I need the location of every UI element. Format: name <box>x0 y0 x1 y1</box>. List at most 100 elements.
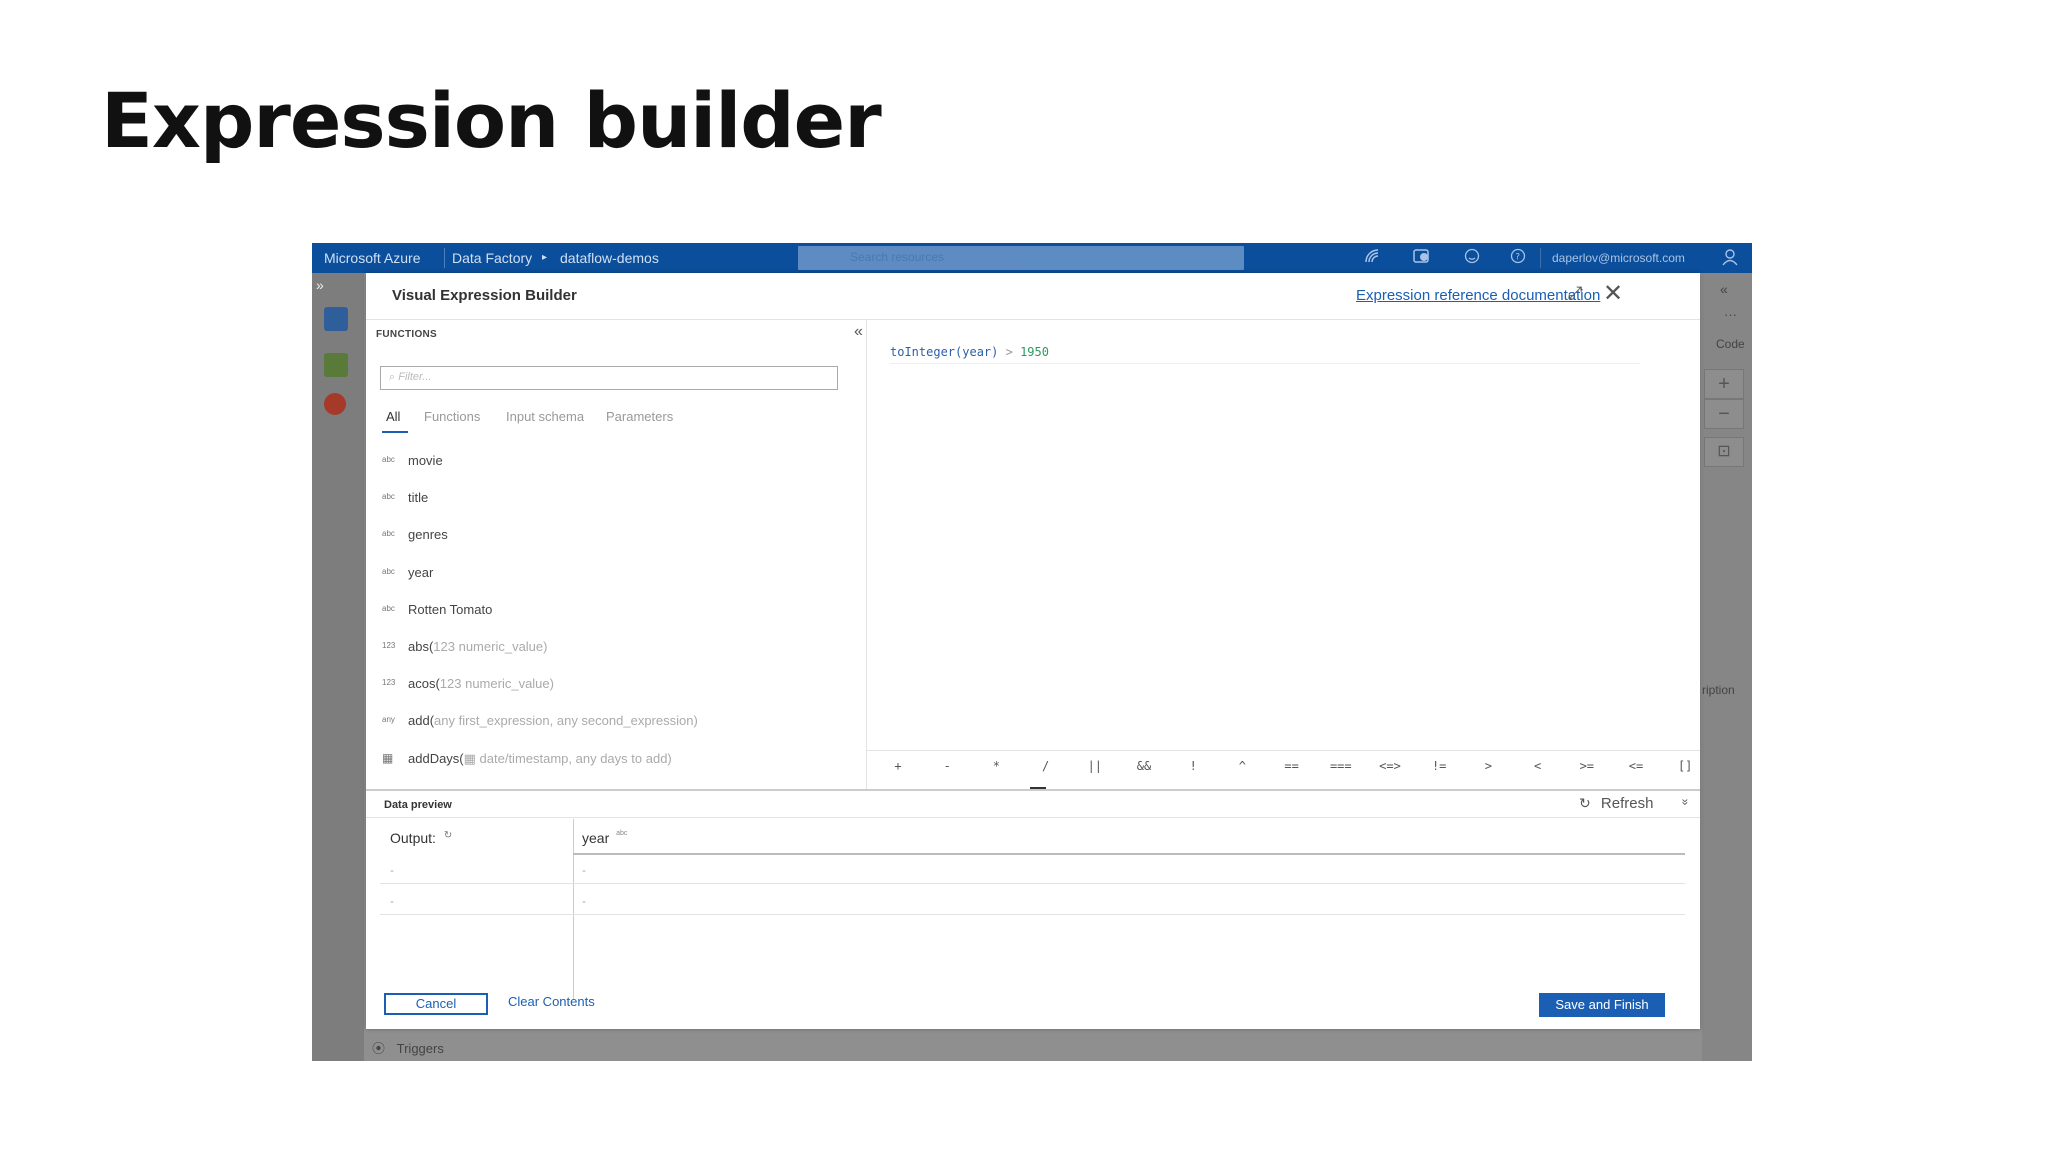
list-item[interactable]: ▦ addDays(▦ date/timestamp, any days to a… <box>382 751 852 788</box>
user-avatar-icon[interactable] <box>1720 248 1740 268</box>
list-item[interactable]: abc genres <box>382 527 852 564</box>
operator-button[interactable]: && <box>1126 759 1162 773</box>
item-name: add( <box>408 713 435 729</box>
breadcrumb-data-factory[interactable]: Data Factory <box>452 250 532 266</box>
factory-overview-icon[interactable] <box>324 307 348 331</box>
active-tab-indicator <box>382 431 408 433</box>
output-column-label: Output: <box>390 830 436 846</box>
maximize-icon[interactable]: ⤢ <box>1568 283 1582 304</box>
portal-left-rail: » <box>312 273 364 1061</box>
preview-row-divider <box>380 883 1685 884</box>
list-item[interactable]: abc Rotten Tomato <box>382 602 852 639</box>
operator-button[interactable]: * <box>978 759 1014 773</box>
refresh-button[interactable]: ↻ Refresh <box>1579 795 1653 812</box>
list-item[interactable]: 123 acos(123 numeric_value) <box>382 676 852 713</box>
breadcrumb-factory[interactable]: dataflow-demos <box>560 250 659 266</box>
functions-header: FUNCTIONS <box>376 329 438 340</box>
list-item[interactable]: 123 abs(123 numeric_value) <box>382 639 852 676</box>
item-name: movie <box>408 453 443 468</box>
operator-toolbar: + - * / || &&! ^ == === <=> != > < >= <=[] <box>866 751 1700 785</box>
year-column-header: year abc <box>582 830 627 846</box>
list-item[interactable]: any add(any first_expression, any second_… <box>382 713 852 750</box>
expression-reference-link[interactable]: Expression reference documentation <box>1356 287 1600 304</box>
triggers-item[interactable]: ⦿ Triggers <box>372 1038 444 1057</box>
refresh-icon: ↻ <box>1579 795 1591 811</box>
collapse-functions-icon[interactable]: « <box>854 323 863 341</box>
item-name: title <box>408 490 429 506</box>
expression-value: 1950 <box>1020 345 1049 359</box>
table-cell: - <box>582 894 586 908</box>
header-divider <box>366 319 1700 320</box>
cancel-button[interactable]: Cancel <box>384 993 488 1015</box>
list-item[interactable]: abc year <box>382 565 852 602</box>
operator-button[interactable]: < <box>1520 759 1556 773</box>
operator-button[interactable]: <=> <box>1372 759 1408 773</box>
zoom-out-button[interactable]: − <box>1704 399 1744 429</box>
user-email[interactable]: daperlov@microsoft.com <box>1552 251 1685 265</box>
clear-contents-link[interactable]: Clear Contents <box>508 994 595 1009</box>
item-name: abs( <box>408 638 434 654</box>
fit-to-screen-button[interactable]: ⊡ <box>1704 437 1744 467</box>
expand-rail-icon[interactable]: » <box>316 277 324 293</box>
operator-button[interactable]: + <box>880 759 916 773</box>
operator-button[interactable]: ^ <box>1224 759 1260 773</box>
tab-parameters[interactable]: Parameters <box>606 409 673 424</box>
string-type-icon: abc <box>382 603 395 613</box>
operator-button[interactable]: - <box>929 759 965 773</box>
item-name: Rotten Tomato <box>408 601 493 617</box>
feedback-smiley-icon[interactable] <box>1462 248 1482 268</box>
tab-functions[interactable]: Functions <box>424 409 480 424</box>
search-icon: ⌕ <box>389 371 396 383</box>
list-item[interactable]: abc movie <box>382 453 852 490</box>
more-icon[interactable]: ··· <box>1724 307 1737 322</box>
operator-button[interactable]: >= <box>1569 759 1605 773</box>
year-column-label: year <box>582 830 610 846</box>
operator-button[interactable]: != <box>1421 759 1457 773</box>
close-icon[interactable]: ✕ <box>1603 279 1623 308</box>
topbar-separator <box>1540 248 1541 268</box>
operator-button[interactable]: || <box>1077 759 1113 773</box>
tab-all[interactable]: All <box>382 409 408 433</box>
expression-editor[interactable]: toInteger(year) > 1950 <box>890 345 1690 364</box>
breadcrumb-chevron-icon: ▸ <box>542 252 548 263</box>
preview-header-divider <box>366 817 1700 818</box>
item-name: acos( <box>408 676 440 692</box>
editor-current-line <box>890 363 1640 364</box>
item-args: ▦ date/timestamp, any days to add) <box>463 750 672 766</box>
operator-button[interactable]: === <box>1323 759 1359 773</box>
triggers-label: Triggers <box>396 1041 444 1056</box>
expression-text: toInteger(year) > 1950 <box>890 345 1690 359</box>
zoom-in-button[interactable]: + <box>1704 369 1744 399</box>
string-type-icon: abc <box>382 529 395 539</box>
help-icon[interactable]: ? <box>1508 248 1528 268</box>
filter-input[interactable]: ⌕ Filter... <box>380 366 838 390</box>
directory-icon[interactable] <box>1412 248 1432 268</box>
operator-button[interactable]: <= <box>1618 759 1654 773</box>
operator-button[interactable]: [] <box>1667 759 1703 773</box>
operator-button[interactable]: == <box>1274 759 1310 773</box>
operator-button[interactable]: > <box>1470 759 1506 773</box>
tab-input-schema[interactable]: Input schema <box>506 409 584 424</box>
numeric-type-icon: 123 <box>382 640 396 650</box>
search-box[interactable]: Search resources <box>798 246 1244 270</box>
operator-button[interactable]: ! <box>1175 759 1211 773</box>
monitor-icon[interactable] <box>324 393 346 415</box>
topbar-separator <box>444 248 445 268</box>
data-preview-title: Data preview <box>384 799 452 811</box>
year-header-underline <box>573 853 1685 855</box>
save-and-finish-button[interactable]: Save and Finish <box>1539 993 1665 1017</box>
collapse-panel-icon[interactable]: « <box>1720 281 1728 297</box>
cloud-shell-icon[interactable] <box>1362 248 1382 268</box>
table-cell: - <box>390 894 394 908</box>
code-button[interactable]: Code <box>1716 337 1745 351</box>
triggers-icon: ⦿ <box>372 1041 386 1056</box>
azure-brand[interactable]: Microsoft Azure <box>324 250 420 266</box>
operator-button[interactable]: / <box>1028 759 1064 773</box>
table-cell: - <box>390 863 394 877</box>
tab-all-label: All <box>386 409 401 424</box>
string-type-icon: abc <box>616 830 628 837</box>
author-pencil-icon[interactable] <box>324 353 348 377</box>
list-item[interactable]: abc title <box>382 490 852 527</box>
calendar-icon: ▦ <box>382 750 394 765</box>
collapse-preview-icon[interactable]: » <box>1678 799 1692 806</box>
